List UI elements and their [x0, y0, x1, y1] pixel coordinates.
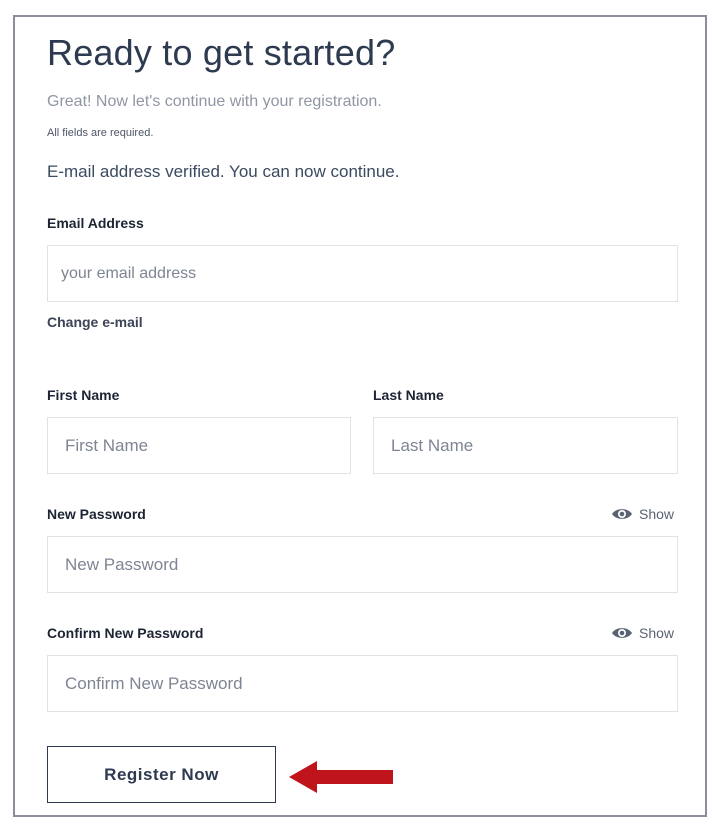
change-email-link[interactable]: Change e-mail: [47, 314, 143, 330]
email-label: Email Address: [47, 215, 144, 231]
show-label: Show: [639, 506, 675, 522]
arrow-left-icon: [289, 761, 393, 793]
eye-icon: [611, 507, 633, 521]
confirm-password-field[interactable]: [47, 655, 678, 712]
last-name-label: Last Name: [373, 387, 444, 403]
page-title: Ready to get started?: [47, 32, 396, 73]
confirm-password-label: Confirm New Password: [47, 625, 204, 641]
show-confirm-password-toggle[interactable]: Show: [611, 625, 674, 641]
new-password-field[interactable]: [47, 536, 678, 593]
register-now-button[interactable]: Register Now: [47, 746, 276, 803]
first-name-field[interactable]: [47, 417, 351, 474]
last-name-field[interactable]: [373, 417, 678, 474]
email-field[interactable]: [47, 245, 678, 302]
first-name-label: First Name: [47, 387, 120, 403]
required-fields-note: All fields are required.: [47, 127, 154, 139]
email-verified-message: E-mail address verified. You can now con…: [47, 162, 400, 181]
eye-icon: [611, 626, 633, 640]
show-new-password-toggle[interactable]: Show: [611, 506, 674, 522]
show-label: Show: [639, 625, 675, 641]
page-subtitle: Great! Now let's continue with your regi…: [47, 93, 382, 110]
new-password-label: New Password: [47, 506, 146, 522]
